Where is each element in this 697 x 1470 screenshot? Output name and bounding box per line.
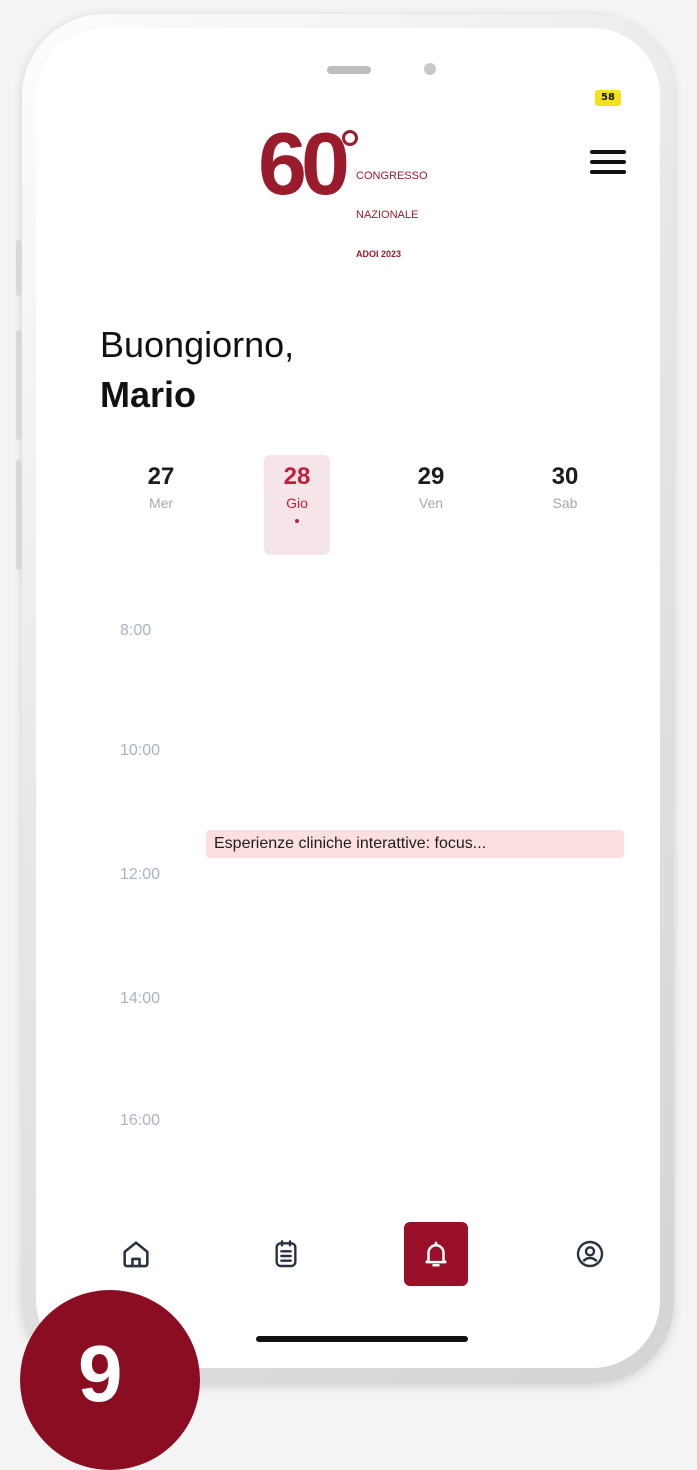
- volume-down-button: [16, 460, 22, 570]
- home-indicator[interactable]: [256, 1336, 468, 1342]
- hour-label: 8:00: [120, 622, 152, 639]
- hour-label: 14:00: [120, 990, 161, 1007]
- home-icon: [123, 1241, 149, 1268]
- day-number: 27: [147, 463, 175, 490]
- day-weekday: Mer: [148, 495, 174, 511]
- day-weekday: Sab: [552, 495, 578, 511]
- logo-line-2: NAZIONALE: [356, 209, 419, 221]
- day-tab-30[interactable]: 30 Sab: [532, 455, 598, 555]
- logo-line-3: ADOI 2023: [356, 249, 402, 259]
- step-badge: 9: [20, 1290, 200, 1470]
- volume-up-button: [16, 330, 22, 440]
- step-badge-label: 9: [78, 1329, 123, 1418]
- bottom-nav: [90, 1222, 650, 1292]
- event-card[interactable]: Esperienze cliniche interattive: focus..…: [206, 830, 624, 858]
- hamburger-menu-button[interactable]: [590, 150, 626, 178]
- hour-label: 12:00: [120, 866, 161, 883]
- day-tab-28[interactable]: 28 Gio: [264, 455, 330, 555]
- status-badge: 58: [595, 90, 621, 106]
- congress-logo: 60 CONGRESSO NAZIONALE ADOI 2023: [258, 120, 488, 260]
- hour-label: 16:00: [120, 1112, 161, 1129]
- hour-label: 10:00: [120, 742, 161, 759]
- user-name: Mario: [100, 374, 197, 415]
- menu-icon-bar: [590, 150, 626, 154]
- nav-agenda[interactable]: [254, 1222, 318, 1286]
- logo-number: 60: [258, 114, 350, 213]
- day-tab-27[interactable]: 27 Mer: [128, 455, 194, 555]
- day-weekday: Ven: [418, 495, 444, 511]
- menu-icon-bar: [590, 170, 626, 174]
- greeting: Buongiorno, Mario: [100, 320, 294, 420]
- day-tab-29[interactable]: 29 Ven: [398, 455, 464, 555]
- front-camera: [424, 63, 436, 75]
- day-number: 29: [417, 463, 445, 490]
- bell-icon: [425, 1241, 447, 1267]
- nav-home[interactable]: [104, 1222, 168, 1286]
- day-number: 30: [551, 463, 579, 490]
- logo-title: CONGRESSO NAZIONALE ADOI 2023: [356, 144, 428, 287]
- nav-profile[interactable]: [558, 1222, 622, 1286]
- nav-notifications[interactable]: [404, 1222, 468, 1286]
- greeting-text: Buongiorno,: [100, 324, 295, 365]
- logo-line-1: CONGRESSO: [356, 170, 428, 182]
- day-selector: 27 Mer 28 Gio 29 Ven 30 Sab: [120, 455, 620, 565]
- speaker-grille: [327, 66, 371, 74]
- agenda-icon: [275, 1240, 297, 1268]
- day-weekday: Gio: [286, 495, 308, 511]
- menu-icon-bar: [590, 160, 626, 164]
- profile-icon: [576, 1240, 604, 1268]
- selected-day-dot: [295, 519, 299, 523]
- day-number: 28: [283, 463, 311, 490]
- mute-switch: [16, 240, 22, 296]
- app-screen: [36, 28, 660, 1368]
